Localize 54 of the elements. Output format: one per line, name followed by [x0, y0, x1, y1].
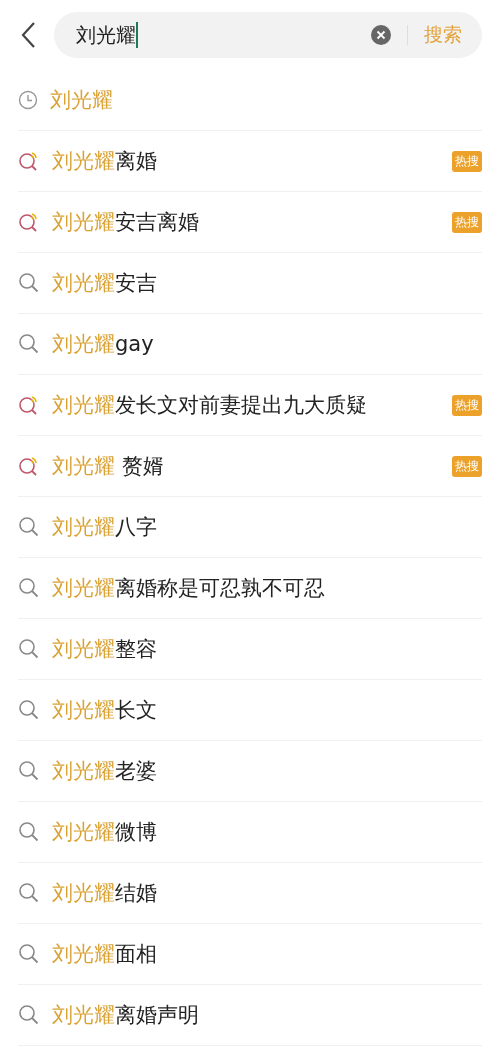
suggestion-text: 刘光耀长文	[52, 697, 158, 724]
search-icon	[18, 821, 40, 843]
suggestion-text: 刘光耀安吉离婚	[52, 209, 200, 236]
suggestion-text: 刘光耀离婚声明	[52, 1002, 200, 1029]
suggestion-text: 刘光耀安吉	[52, 270, 158, 297]
search-icon	[18, 760, 40, 782]
search-icon	[18, 638, 40, 660]
suggestion-item[interactable]: 刘光耀安吉	[18, 253, 482, 314]
suggestion-item[interactable]: 刘光耀 赘婿 热搜	[18, 436, 482, 497]
hot-badge: 热搜	[452, 394, 482, 416]
suggestion-text: 刘光耀发长文对前妻提出九大质疑	[52, 392, 368, 419]
suggestion-item[interactable]: 刘光耀长文	[18, 680, 482, 741]
suggestion-item[interactable]: 刘光耀结婚	[18, 863, 482, 924]
suggestion-item[interactable]: 刘光耀离婚称是可忍孰不可忍	[18, 558, 482, 619]
suggestion-text: 刘光耀老婆	[52, 758, 158, 785]
suggestion-text: 刘光耀离婚称是可忍孰不可忍	[52, 575, 326, 602]
suggestion-text: 刘光耀八字	[52, 514, 158, 541]
search-icon	[18, 516, 40, 538]
suggestion-text: 刘光耀微博	[52, 819, 158, 846]
suggestion-item[interactable]: 刘光耀整容	[18, 619, 482, 680]
search-icon	[18, 699, 40, 721]
clock-icon	[18, 90, 38, 110]
search-icon	[18, 394, 40, 416]
suggestion-text: 刘光耀结婚	[52, 880, 158, 907]
suggestion-text: 刘光耀 赘婿	[52, 453, 165, 480]
suggestion-text: 刘光耀gay	[52, 331, 155, 358]
suggestion-item[interactable]: 刘光耀离婚 热搜	[18, 131, 482, 192]
suggestion-text: 刘光耀面相	[52, 941, 158, 968]
suggestion-item[interactable]: 刘光耀gay	[18, 314, 482, 375]
suggestion-item[interactable]: 刘光耀微博	[18, 802, 482, 863]
back-icon[interactable]	[20, 21, 36, 49]
suggestion-item[interactable]: 刘光耀安吉离婚 热搜	[18, 192, 482, 253]
search-icon	[18, 150, 40, 172]
clear-icon[interactable]	[371, 25, 391, 45]
hot-badge: 热搜	[452, 150, 482, 172]
suggestion-item[interactable]: 刘光耀八字	[18, 497, 482, 558]
search-field[interactable]: 刘光耀 搜索	[54, 12, 482, 58]
search-icon	[18, 882, 40, 904]
search-icon	[18, 1004, 40, 1026]
hot-badge: 热搜	[452, 211, 482, 233]
suggestion-item[interactable]: 刘光耀离婚声明	[18, 985, 482, 1046]
suggestion-text: 刘光耀整容	[52, 636, 158, 663]
suggestion-text: 刘光耀离婚	[52, 148, 158, 175]
search-icon	[18, 211, 40, 233]
search-icon	[18, 333, 40, 355]
hot-badge: 热搜	[452, 455, 482, 477]
search-icon	[18, 272, 40, 294]
suggestion-item[interactable]: 刘光耀发长文对前妻提出九大质疑 热搜	[18, 375, 482, 436]
suggestion-item[interactable]: 刘光耀老婆	[18, 741, 482, 802]
search-icon	[18, 577, 40, 599]
search-icon	[18, 943, 40, 965]
search-icon	[18, 455, 40, 477]
suggestion-item[interactable]: 刘光耀面相	[18, 924, 482, 985]
suggestion-text: 刘光耀	[50, 87, 114, 114]
